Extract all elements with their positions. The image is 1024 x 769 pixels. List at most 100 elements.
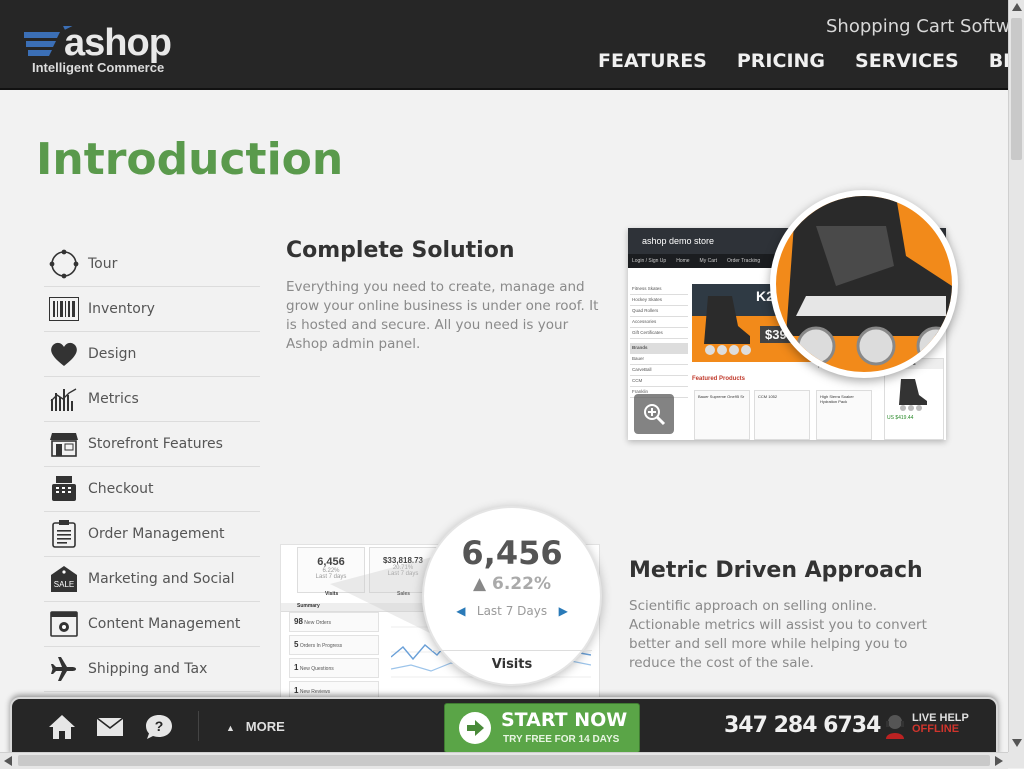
store-nav-item: My Cart: [699, 258, 718, 264]
vertical-scrollbar[interactable]: [1008, 0, 1024, 752]
start-now-label: START NOW: [501, 709, 628, 731]
nav-services[interactable]: SERVICES: [855, 50, 959, 72]
visits-big-label: Visits: [432, 650, 592, 672]
help-bubble-icon[interactable]: ?: [144, 713, 174, 741]
airplane-icon: [48, 653, 80, 685]
sidebar-item-tour[interactable]: Tour: [44, 242, 260, 287]
main-nav: FEATURES PRICING SERVICES BLO: [598, 50, 1008, 72]
home-icon[interactable]: [48, 713, 76, 741]
scrollbar-corner: [1008, 752, 1024, 768]
sidebar-item-label: Content Management: [88, 616, 241, 632]
heart-icon: [48, 338, 80, 370]
store-category: Accessories: [630, 317, 688, 328]
horizontal-scroll-thumb[interactable]: [18, 755, 990, 766]
sidebar-item-metrics[interactable]: Metrics: [44, 377, 260, 422]
sidebar-item-label: Metrics: [88, 391, 139, 407]
store-featured-label: Featured Products: [692, 376, 746, 382]
store-brand: CarveBall: [630, 365, 688, 376]
more-label: MORE: [245, 719, 285, 734]
zoom-button[interactable]: [634, 394, 674, 434]
dash-summary-text: Orders In Progress: [299, 643, 343, 649]
store-category: Quad Rollers: [630, 306, 688, 317]
visits-range-label: Last 7 Days: [476, 604, 548, 618]
store-product: Bauer Supreme One95 Sr: [694, 390, 750, 440]
gear-window-icon: [48, 608, 80, 640]
site-header: ashop Intelligent Commerce Shopping Cart…: [0, 0, 1008, 90]
nav-blog[interactable]: BLO: [989, 50, 1008, 72]
sidebar-item-label: Checkout: [88, 481, 154, 497]
chevron-left-icon: ◀: [456, 604, 466, 618]
more-button[interactable]: ▲ MORE: [226, 719, 285, 734]
dash-summary-num: 1: [294, 686, 299, 695]
metric-driven-heading: Metric Driven Approach: [629, 558, 923, 583]
storefront-icon: [48, 428, 80, 460]
live-help-status[interactable]: LIVE HELP OFFLINE: [912, 713, 969, 735]
store-product: High Sierra Soaker Hydration Pack: [816, 390, 872, 440]
up-triangle-icon: ▲: [473, 574, 492, 594]
support-agent-icon: [886, 715, 904, 739]
sidebar-item-label: Design: [88, 346, 137, 362]
sidebar-item-storefront[interactable]: Storefront Features: [44, 422, 260, 467]
visits-big-pct: ▲ 6.22%: [424, 574, 600, 594]
clipboard-icon: [48, 518, 80, 550]
sidebar-item-label: Storefront Features: [88, 436, 223, 452]
store-brands-label: Brands: [630, 343, 688, 354]
best-seller-skate-image: [899, 379, 927, 411]
header-tagline: Shopping Cart Softwa: [826, 16, 1008, 37]
sidebar-item-order-management[interactable]: Order Management: [44, 512, 260, 557]
store-nav-item: Home: [676, 258, 690, 264]
visits-big-value: 6,456: [461, 534, 563, 572]
ashop-logo[interactable]: ashop Intelligent Commerce: [24, 12, 194, 78]
horizontal-scrollbar[interactable]: [0, 752, 1008, 769]
logo-tagline: Intelligent Commerce: [32, 60, 165, 75]
sidebar-item-inventory[interactable]: Inventory: [44, 287, 260, 332]
phone-number[interactable]: 347 284 6734: [724, 713, 881, 738]
store-category: Gift Certificates: [630, 328, 688, 339]
sale-tag-icon: SALE: [48, 563, 80, 595]
scroll-left-arrow-icon[interactable]: [4, 756, 12, 766]
store-nav-item: Login / Sign Up: [632, 258, 667, 264]
sidebar-item-content-management[interactable]: Content Management: [44, 602, 260, 647]
dash-summary-row: 1 New Questions: [289, 658, 379, 678]
skate-magnifier: [770, 190, 958, 378]
arrow-circle-icon: [459, 712, 491, 744]
vertical-scroll-thumb[interactable]: [1011, 18, 1022, 160]
sidebar-item-design[interactable]: Design: [44, 332, 260, 377]
svg-text:SALE: SALE: [54, 580, 74, 589]
scroll-right-arrow-icon[interactable]: [995, 756, 1003, 766]
svg-text:?: ?: [155, 718, 164, 734]
store-category: Fitness Skates: [630, 284, 688, 295]
sidebar-item-checkout[interactable]: Checkout: [44, 467, 260, 512]
store-best-price: US $419.44: [887, 415, 914, 421]
sidebar-item-label: Inventory: [88, 301, 155, 317]
store-product-name: High Sierra Soaker Hydration Pack: [820, 394, 854, 404]
start-now-button[interactable]: START NOW TRY FREE FOR 14 DAYS: [444, 703, 640, 752]
register-icon: [48, 473, 80, 505]
mail-icon[interactable]: [96, 717, 124, 737]
dash-summary-text: New Orders: [304, 620, 331, 626]
nav-features[interactable]: FEATURES: [598, 50, 707, 72]
store-preview-categories: Fitness Skates Hockey Skates Quad Roller…: [630, 284, 688, 398]
sidebar-item-shipping[interactable]: Shipping and Tax: [44, 647, 260, 692]
sidebar-item-label: Order Management: [88, 526, 225, 542]
store-product: CCM 1052: [754, 390, 810, 440]
bottom-action-bar: ? ▲ MORE START NOW TRY FREE FOR 14 DAYS …: [10, 697, 998, 752]
store-brand: CCM: [630, 376, 688, 387]
nav-pricing[interactable]: PRICING: [737, 50, 825, 72]
skate-image: [704, 296, 751, 355]
scroll-down-arrow-icon[interactable]: [1012, 739, 1022, 747]
store-category: Hockey Skates: [630, 295, 688, 306]
bar-divider: [198, 711, 199, 741]
store-product-name: CCM 1052: [758, 394, 778, 399]
scroll-up-arrow-icon[interactable]: [1012, 3, 1022, 11]
sidebar-item-marketing[interactable]: SALE Marketing and Social: [44, 557, 260, 602]
dash-summary-num: 98: [294, 617, 303, 626]
complete-solution-heading: Complete Solution: [286, 238, 515, 263]
metric-driven-text: Scientific approach on selling online. A…: [629, 598, 927, 671]
store-brand: Bauer: [630, 354, 688, 365]
store-nav-item: Order Tracking: [727, 258, 761, 264]
dash-summary-num: 5: [294, 640, 299, 649]
arrow-right-icon: [467, 720, 484, 736]
zoom-in-icon: [644, 404, 666, 426]
store-product-name: Bauer Supreme One95 Sr: [698, 394, 745, 399]
